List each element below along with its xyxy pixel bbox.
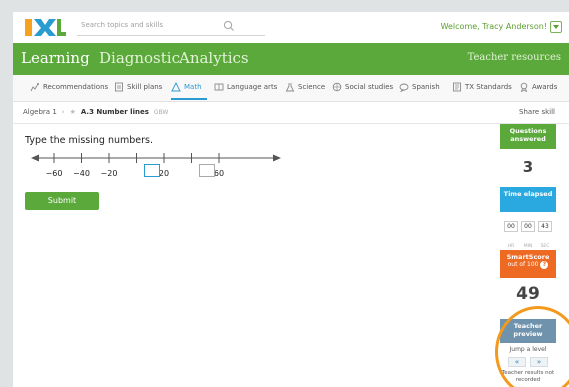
- subject-recommendations[interactable]: Recommendations: [30, 82, 108, 92]
- subject-awards[interactable]: Awards: [519, 82, 557, 92]
- questions-answered-value: 3: [522, 158, 534, 176]
- search-icon[interactable]: [223, 20, 235, 32]
- chevron-right-icon: ›: [61, 108, 65, 116]
- top-bar: Search topics and skills Welcome, Tracy …: [13, 12, 569, 42]
- standards-icon: [453, 82, 461, 92]
- subject-tx-standards[interactable]: TX Standards: [452, 82, 512, 92]
- star-icon[interactable]: ★: [70, 108, 76, 116]
- nav-learning[interactable]: Learning: [21, 49, 90, 67]
- subject-spanish[interactable]: Spanish: [399, 82, 440, 92]
- account-dropdown-icon[interactable]: [550, 21, 562, 33]
- smartscore-value: 49: [516, 284, 540, 304]
- breadcrumb-skill: A.3 Number lines: [80, 108, 149, 116]
- timer-seconds: 43 SEC: [538, 221, 552, 251]
- question-prompt: Type the missing numbers.: [25, 135, 153, 146]
- social-studies-icon: [332, 82, 342, 92]
- active-tab-underline: [171, 98, 207, 100]
- subject-language-arts[interactable]: Language arts: [214, 82, 277, 92]
- number-line-label: −60: [46, 169, 63, 178]
- subject-science[interactable]: Science: [285, 82, 325, 92]
- ixl-logo[interactable]: [25, 19, 66, 36]
- science-icon: [285, 83, 295, 92]
- awards-icon: [520, 82, 528, 92]
- breadcrumb: Algebra 1 › ★ A.3 Number lines GBW: [23, 108, 168, 116]
- nav-diagnostic[interactable]: Diagnostic: [99, 49, 180, 67]
- left-arrow-icon: [31, 154, 39, 162]
- subject-math[interactable]: Math: [171, 82, 202, 92]
- number-line-label: −40: [73, 169, 90, 178]
- smartscore-sub: out of 100: [507, 261, 539, 268]
- number-line-label: −20: [101, 169, 118, 178]
- right-arrow-icon: [273, 154, 281, 162]
- main-nav: Learning Diagnostic Analytics Teacher re…: [13, 43, 569, 75]
- search-bar[interactable]: Search topics and skills: [77, 18, 265, 36]
- subject-nav: Recommendations Skill plans Math Languag…: [13, 75, 569, 102]
- number-line-label: 20: [159, 169, 169, 178]
- recommendations-icon: [30, 83, 39, 92]
- search-input[interactable]: Search topics and skills: [81, 21, 163, 29]
- breadcrumb-course[interactable]: Algebra 1: [23, 108, 57, 116]
- timer-hours: 00 HR: [504, 221, 518, 251]
- help-icon[interactable]: ?: [540, 261, 549, 269]
- welcome-text[interactable]: Welcome, Tracy Anderson!: [441, 22, 547, 31]
- math-icon: [171, 82, 181, 92]
- share-skill-button[interactable]: Share skill: [519, 108, 555, 116]
- answer-input-2[interactable]: [199, 164, 215, 177]
- time-elapsed-label: Time elapsed: [500, 187, 556, 212]
- questions-answered-label: Questions answered: [500, 124, 556, 149]
- skill-plans-icon: [115, 82, 123, 92]
- spanish-icon: [399, 83, 409, 92]
- submit-button[interactable]: Submit: [25, 192, 99, 210]
- timer-minutes: 00 MIN: [521, 221, 535, 251]
- ixl-window: Search topics and skills Welcome, Tracy …: [13, 12, 569, 387]
- subject-skill-plans[interactable]: Skill plans: [114, 82, 162, 92]
- number-line-label: 60: [214, 169, 224, 178]
- skill-code: GBW: [153, 108, 169, 116]
- language-arts-icon: [214, 83, 224, 91]
- timer: 00 HR 00 MIN 43 SEC: [500, 221, 556, 251]
- smartscore-label: SmartScore out of 100 ?: [500, 250, 556, 278]
- nav-analytics[interactable]: Analytics: [179, 49, 249, 67]
- subject-social-studies[interactable]: Social studies: [332, 82, 393, 92]
- breadcrumb-row: Algebra 1 › ★ A.3 Number lines GBW Share…: [13, 102, 569, 124]
- nav-teacher-resources[interactable]: Teacher resources: [468, 52, 561, 63]
- answer-input-1[interactable]: [144, 164, 160, 177]
